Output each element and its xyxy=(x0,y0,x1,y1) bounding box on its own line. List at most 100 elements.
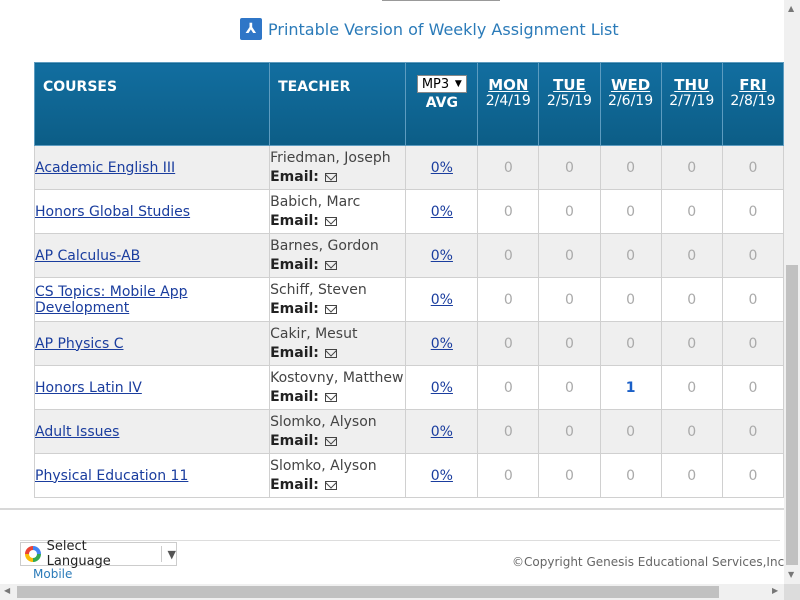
course-link[interactable]: Academic English III xyxy=(35,160,175,176)
teacher-name: Kostovny, Matthew xyxy=(270,369,404,386)
avg-link[interactable]: 0% xyxy=(431,380,453,396)
mail-icon[interactable] xyxy=(324,260,337,270)
course-cell: AP Physics C xyxy=(33,321,271,366)
email-label: Email: xyxy=(270,256,319,273)
scroll-down-icon[interactable]: ▼ xyxy=(788,570,794,579)
avg-link[interactable]: 0% xyxy=(431,468,453,484)
teacher-cell: Cakir, Mesut Email: xyxy=(269,321,407,366)
marking-period-select[interactable]: MP3 ▼ xyxy=(416,75,467,93)
assignment-count: 0 xyxy=(538,409,601,454)
email-line: Email: xyxy=(270,388,405,407)
assignment-count: 0 xyxy=(660,409,723,454)
course-link[interactable]: Honors Global Studies xyxy=(35,204,190,220)
mail-icon[interactable] xyxy=(324,172,337,182)
avg-label: AVG xyxy=(425,95,458,111)
course-link[interactable]: AP Calculus-AB xyxy=(35,248,140,264)
course-cell: CS Topics: Mobile App Development xyxy=(33,277,271,322)
copyright-text: ©Copyright Genesis Educational Services,… xyxy=(512,555,788,569)
day-name[interactable]: FRI xyxy=(723,77,783,93)
table-row: AP Physics C Cakir, Mesut Email: 0% 0 0 0 0 0 xyxy=(33,321,784,366)
day-header-tue[interactable]: TUE 2/5/19 xyxy=(538,62,601,146)
email-label: Email: xyxy=(270,432,319,449)
assignment-count: 0 xyxy=(538,277,601,322)
assignment-count[interactable]: 1 xyxy=(599,365,662,410)
course-link[interactable]: AP Physics C xyxy=(35,336,123,352)
dropdown-arrow-icon: ▼ xyxy=(167,547,177,561)
assignment-count: 0 xyxy=(599,145,662,190)
mail-icon[interactable] xyxy=(324,392,337,402)
assignment-count: 0 xyxy=(660,365,723,410)
table-row: AP Calculus-AB Barnes, Gordon Email: 0% 0… xyxy=(33,233,784,278)
teacher-name: Babich, Marc xyxy=(270,193,361,210)
printable-version-label[interactable]: Printable Version of Weekly Assignment L… xyxy=(268,20,619,39)
day-name[interactable]: THU xyxy=(662,77,722,93)
avg-cell: 0% xyxy=(405,277,479,322)
assignment-count: 0 xyxy=(477,409,540,454)
google-icon xyxy=(25,546,41,562)
avg-link[interactable]: 0% xyxy=(431,160,453,176)
assignment-count: 0 xyxy=(538,321,601,366)
language-select[interactable]: Select Language ▼ xyxy=(20,539,177,569)
assignment-count: 0 xyxy=(599,189,662,234)
avg-cell: 0% xyxy=(405,321,479,366)
avg-link[interactable]: 0% xyxy=(431,248,453,264)
assignment-count: 0 xyxy=(538,233,601,278)
scroll-up-icon[interactable]: ▲ xyxy=(788,4,794,13)
avg-cell: 0% xyxy=(405,409,479,454)
day-header-thu[interactable]: THU 2/7/19 xyxy=(660,62,723,146)
assignment-count: 0 xyxy=(660,321,723,366)
mail-icon[interactable] xyxy=(324,480,337,490)
course-cell: Honors Global Studies xyxy=(33,189,271,234)
assignment-count: 0 xyxy=(477,321,540,366)
assignment-count: 0 xyxy=(721,321,784,366)
course-link[interactable]: CS Topics: Mobile App Development xyxy=(35,284,188,316)
avg-link[interactable]: 0% xyxy=(431,424,453,440)
assignment-count: 0 xyxy=(660,145,723,190)
email-label: Email: xyxy=(270,476,319,493)
avg-link[interactable]: 0% xyxy=(431,292,453,308)
horizontal-scroll-thumb[interactable] xyxy=(17,586,719,598)
course-cell: AP Calculus-AB xyxy=(33,233,271,278)
mobile-link[interactable]: Mobile xyxy=(33,567,72,581)
mail-icon[interactable] xyxy=(324,216,337,226)
mail-icon[interactable] xyxy=(324,348,337,358)
avg-link[interactable]: 0% xyxy=(431,204,453,220)
teacher-name: Slomko, Alyson xyxy=(270,457,377,474)
course-link[interactable]: Honors Latin IV xyxy=(35,380,142,396)
day-date: 2/6/19 xyxy=(608,93,654,109)
avg-cell: 0% xyxy=(405,233,479,278)
email-label: Email: xyxy=(270,212,319,229)
scroll-right-icon[interactable]: ▶ xyxy=(772,586,778,595)
day-name[interactable]: MON xyxy=(478,77,538,93)
day-header-fri[interactable]: FRI 2/8/19 xyxy=(721,62,784,146)
teacher-cell: Friedman, Joseph Email: xyxy=(269,145,407,190)
table-row: Adult Issues Slomko, Alyson Email: 0% 0 0 0… xyxy=(33,409,784,454)
assignment-count: 0 xyxy=(660,453,723,498)
avg-header: MP3 ▼ AVG xyxy=(405,62,479,146)
course-link[interactable]: Physical Education 11 xyxy=(35,468,188,484)
avg-link[interactable]: 0% xyxy=(431,336,453,352)
select-language-label: Select Language xyxy=(46,539,111,569)
main-content-area: ⅄ Printable Version of Weekly Assignment… xyxy=(0,0,784,510)
assignment-count: 0 xyxy=(477,189,540,234)
day-header-mon[interactable]: MON 2/4/19 xyxy=(477,62,540,146)
teacher-name: Slomko, Alyson xyxy=(270,413,377,430)
scroll-left-icon[interactable]: ◀ xyxy=(4,586,10,595)
assignment-count: 0 xyxy=(721,233,784,278)
day-header-wed[interactable]: WED 2/6/19 xyxy=(599,62,662,146)
vertical-scroll-thumb[interactable] xyxy=(786,265,798,565)
mail-icon[interactable] xyxy=(324,304,337,314)
day-name[interactable]: WED xyxy=(601,77,661,93)
mail-icon[interactable] xyxy=(324,436,337,446)
email-line: Email: xyxy=(270,476,405,495)
pdf-icon[interactable]: ⅄ xyxy=(240,18,262,40)
assignment-count: 0 xyxy=(721,189,784,234)
assignment-count: 0 xyxy=(721,409,784,454)
teacher-cell: Schiff, Steven Email: xyxy=(269,277,407,322)
assignment-count: 0 xyxy=(599,277,662,322)
course-link[interactable]: Adult Issues xyxy=(35,424,119,440)
assignment-count: 0 xyxy=(538,145,601,190)
day-name[interactable]: TUE xyxy=(539,77,599,93)
printable-version-link[interactable]: ⅄ Printable Version of Weekly Assignment… xyxy=(240,18,619,40)
assignment-count: 0 xyxy=(538,365,601,410)
